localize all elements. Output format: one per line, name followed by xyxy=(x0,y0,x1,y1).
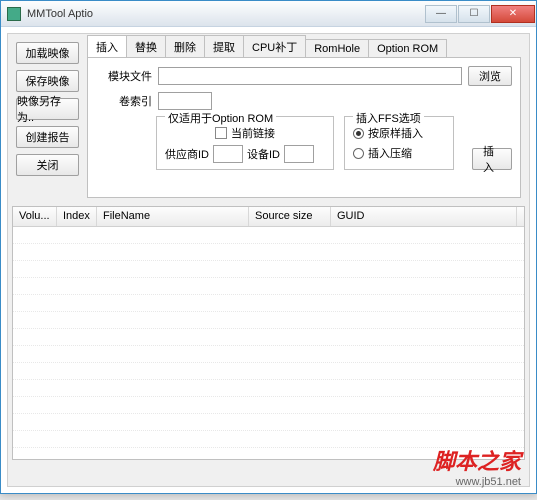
col-volume[interactable]: Volu... xyxy=(13,207,57,226)
table-row[interactable] xyxy=(13,312,524,329)
insert-as-is-label: 按原样插入 xyxy=(368,125,423,141)
table-row[interactable] xyxy=(13,414,524,431)
option-rom-group-title: 仅适用于Option ROM xyxy=(165,110,276,126)
top-area: 加载映像 保存映像 映像另存为.. 创建报告 关闭 插入 替换 删除 提取 CP… xyxy=(12,38,525,198)
current-link-row: 当前链接 xyxy=(165,125,325,141)
close-button[interactable]: ✕ xyxy=(491,5,535,23)
tab-option-rom[interactable]: Option ROM xyxy=(368,39,447,57)
table-row[interactable] xyxy=(13,380,524,397)
module-file-label: 模块文件 xyxy=(96,68,152,84)
module-file-input[interactable] xyxy=(158,67,462,85)
table-row[interactable] xyxy=(13,363,524,380)
client-area: 加载映像 保存映像 映像另存为.. 创建报告 关闭 插入 替换 删除 提取 CP… xyxy=(1,27,536,493)
table-row[interactable] xyxy=(13,227,524,244)
current-link-checkbox[interactable] xyxy=(215,127,227,139)
table-row[interactable] xyxy=(13,329,524,346)
tab-replace[interactable]: 替换 xyxy=(126,35,166,57)
insert-btn-wrap: 插入 xyxy=(472,116,512,170)
table-row[interactable] xyxy=(13,244,524,261)
insert-button[interactable]: 插入 xyxy=(472,148,512,170)
col-filename[interactable]: FileName xyxy=(97,207,249,226)
table-row[interactable] xyxy=(13,295,524,312)
insert-compressed-row[interactable]: 插入压缩 xyxy=(353,145,445,161)
volume-index-label: 卷索引 xyxy=(96,93,152,109)
insert-as-is-radio[interactable] xyxy=(353,128,364,139)
module-file-row: 模块文件 浏览 xyxy=(96,66,512,86)
table-body xyxy=(13,227,524,448)
inner-frame: 加载映像 保存映像 映像另存为.. 创建报告 关闭 插入 替换 删除 提取 CP… xyxy=(7,33,530,487)
app-icon xyxy=(7,7,21,21)
tab-cpu-patch[interactable]: CPU补丁 xyxy=(243,35,306,57)
table-row[interactable] xyxy=(13,397,524,414)
module-table[interactable]: Volu... Index FileName Source size GUID xyxy=(12,206,525,460)
tab-delete[interactable]: 删除 xyxy=(165,35,205,57)
save-image-button[interactable]: 保存映像 xyxy=(16,70,79,92)
volume-index-input[interactable] xyxy=(158,92,212,110)
col-index[interactable]: Index xyxy=(57,207,97,226)
insert-as-is-row[interactable]: 按原样插入 xyxy=(353,125,445,141)
maximize-button[interactable]: ☐ xyxy=(458,5,490,23)
main-panel: 插入 替换 删除 提取 CPU补丁 RomHole Option ROM 模块文… xyxy=(83,38,525,198)
table-row[interactable] xyxy=(13,278,524,295)
tab-extract[interactable]: 提取 xyxy=(204,35,244,57)
main-window: MMTool Aptio — ☐ ✕ 加载映像 保存映像 映像另存为.. 创建报… xyxy=(0,0,537,494)
volume-index-row: 卷索引 xyxy=(96,92,512,110)
titlebar[interactable]: MMTool Aptio — ☐ ✕ xyxy=(1,1,536,27)
window-controls: — ☐ ✕ xyxy=(425,5,536,23)
option-rom-group: 仅适用于Option ROM 当前链接 供应商ID xyxy=(156,116,334,170)
tab-bar: 插入 替换 删除 提取 CPU补丁 RomHole Option ROM xyxy=(87,38,521,58)
groupboxes: 仅适用于Option ROM 当前链接 供应商ID xyxy=(156,116,512,170)
ffs-options-group-title: 插入FFS选项 xyxy=(353,110,424,126)
ffs-options-group: 插入FFS选项 按原样插入 插入压缩 xyxy=(344,116,454,170)
tab-content-insert: 模块文件 浏览 卷索引 仅适用于Option ROM xyxy=(87,58,521,198)
insert-compressed-radio[interactable] xyxy=(353,148,364,159)
device-id-input[interactable] xyxy=(284,145,314,163)
minimize-button[interactable]: — xyxy=(425,5,457,23)
table-row[interactable] xyxy=(13,431,524,448)
table-row[interactable] xyxy=(13,261,524,278)
current-link-label: 当前链接 xyxy=(231,125,275,141)
vendor-id-input[interactable] xyxy=(213,145,243,163)
window-title: MMTool Aptio xyxy=(27,8,93,20)
table-header: Volu... Index FileName Source size GUID xyxy=(13,207,524,227)
browse-button[interactable]: 浏览 xyxy=(468,66,512,86)
col-source-size[interactable]: Source size xyxy=(249,207,331,226)
create-report-button[interactable]: 创建报告 xyxy=(16,126,79,148)
table-row[interactable] xyxy=(13,346,524,363)
vendor-device-row: 供应商ID 设备ID xyxy=(165,145,325,163)
tab-romhole[interactable]: RomHole xyxy=(305,39,369,57)
insert-compressed-label: 插入压缩 xyxy=(368,145,412,161)
close-app-button[interactable]: 关闭 xyxy=(16,154,79,176)
save-image-as-button[interactable]: 映像另存为.. xyxy=(16,98,79,120)
side-button-column: 加载映像 保存映像 映像另存为.. 创建报告 关闭 xyxy=(12,38,83,198)
vendor-id-label: 供应商ID xyxy=(165,146,209,162)
device-id-label: 设备ID xyxy=(247,146,280,162)
col-guid[interactable]: GUID xyxy=(331,207,517,226)
load-image-button[interactable]: 加载映像 xyxy=(16,42,79,64)
tab-insert[interactable]: 插入 xyxy=(87,35,127,57)
